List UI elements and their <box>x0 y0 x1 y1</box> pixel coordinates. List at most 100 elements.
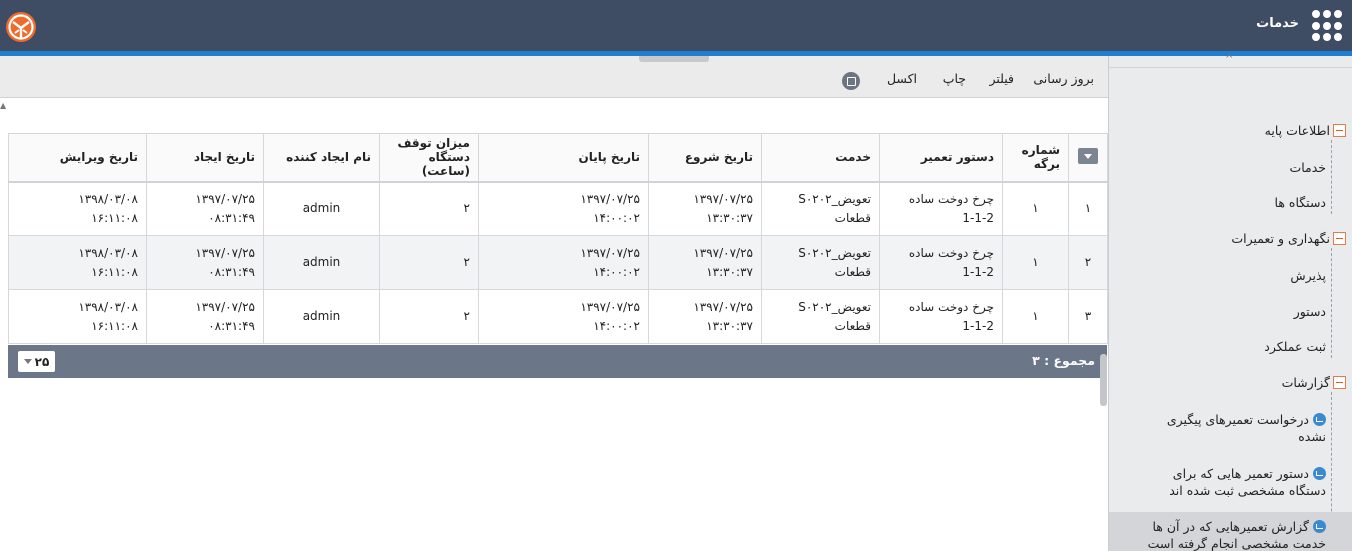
table-row[interactable]: ۳ ۱ چرخ دوخت ساده 1-1-2 تعویض_S۰۲۰۲ قطعا… <box>8 289 1108 344</box>
sheet-number: ۱ <box>1002 289 1069 344</box>
sidebar-item-performance[interactable]: ثبت عملکرد <box>1264 339 1326 354</box>
column-header[interactable]: میزان توقف دستگاه (ساعت) <box>379 133 479 183</box>
minus-box-icon[interactable] <box>1333 232 1346 245</box>
repair-order-name: چرخ دوخت ساده <box>908 191 994 206</box>
column-header[interactable]: نام ایجاد کننده <box>263 133 380 183</box>
total-count: مجموع : ۳ <box>1032 353 1095 368</box>
start-date-cell: ۱۳۹۷/۰۷/۲۵ ۱۳:۳۰:۳۷ <box>648 235 762 290</box>
start-date: ۱۳۹۷/۰۷/۲۵ <box>693 245 753 260</box>
edited-time: ۱۶:۱۱:۰۸ <box>91 264 138 279</box>
column-header[interactable]: تاریخ ویرایش <box>8 133 147 183</box>
page-size-value: ۲۵ <box>34 354 50 369</box>
creator-name: admin <box>263 181 380 236</box>
repair-order-name: چرخ دوخت ساده <box>908 245 994 260</box>
sidebar-item-devices[interactable]: دستگاه ها <box>1275 195 1326 210</box>
column-header[interactable]: تاریخ ایجاد <box>146 133 264 183</box>
edited-date: ۱۳۹۸/۰۳/۰۸ <box>78 299 138 314</box>
total-value: ۳ <box>1032 353 1040 368</box>
column-header[interactable]: شماره برگه <box>1002 133 1069 183</box>
edited-date: ۱۳۹۸/۰۳/۰۸ <box>78 191 138 206</box>
top-bar: خدمات <box>0 0 1352 51</box>
row-number: ۱ <box>1068 181 1108 236</box>
splitter-handle[interactable] <box>639 56 709 62</box>
export-icon[interactable] <box>842 72 860 90</box>
end-date-cell: ۱۳۹۷/۰۷/۲۵ ۱۴:۰۰:۰۲ <box>478 289 649 344</box>
end-time: ۱۴:۰۰:۰۲ <box>593 264 640 279</box>
end-date-cell: ۱۳۹۷/۰۷/۲۵ ۱۴:۰۰:۰۲ <box>478 181 649 236</box>
report-label: دستور تعمیر هایی که برای دستگاه مشخصی ثب… <box>1169 466 1326 498</box>
created-date: ۱۳۹۷/۰۷/۲۵ <box>195 245 255 260</box>
page-size-select[interactable]: ۲۵ <box>18 351 55 372</box>
print-button[interactable]: چاپ <box>943 71 966 86</box>
minus-box-icon[interactable] <box>1333 376 1346 389</box>
service-subtitle: قطعات <box>834 210 871 225</box>
brand-logo-icon[interactable] <box>5 11 37 43</box>
filter-button[interactable]: فیلتر <box>989 71 1014 86</box>
table-row[interactable]: ۲ ۱ چرخ دوخت ساده 1-1-2 تعویض_S۰۲۰۲ قطعا… <box>8 235 1108 290</box>
column-menu-cell[interactable] <box>1068 133 1108 183</box>
nav-group-reports[interactable]: گزارشات <box>1282 375 1346 390</box>
end-time: ۱۴:۰۰:۰۲ <box>593 318 640 333</box>
chart-icon <box>1313 520 1326 533</box>
sidebar-item-report-service[interactable]: گزارش تعمیرهایی که در آن ها خدمت مشخصی ا… <box>1136 518 1326 551</box>
service-subtitle: قطعات <box>834 318 871 333</box>
created-time: ۰۸:۳۱:۴۹ <box>208 318 255 333</box>
sidebar: ^ اطلاعات پایه خدمات دستگاه ها نگهداری و… <box>1108 54 1352 551</box>
repair-order-code: 1-1-2 <box>962 264 994 279</box>
nav-group-maintenance[interactable]: نگهداری و تعمیرات <box>1231 231 1346 246</box>
vertical-scrollbar[interactable] <box>1100 354 1107 406</box>
repair-order-code: 1-1-2 <box>962 318 994 333</box>
sidebar-item-services[interactable]: خدمات <box>1289 160 1326 175</box>
service-cell: تعویض_S۰۲۰۲ قطعات <box>761 289 880 344</box>
end-date: ۱۳۹۷/۰۷/۲۵ <box>580 245 640 260</box>
column-header[interactable]: تاریخ شروع <box>648 133 762 183</box>
edited-time: ۱۶:۱۱:۰۸ <box>91 210 138 225</box>
end-date: ۱۳۹۷/۰۷/۲۵ <box>580 191 640 206</box>
edited-date-cell: ۱۳۹۸/۰۳/۰۸ ۱۶:۱۱:۰۸ <box>8 181 147 236</box>
repair-order-cell: چرخ دوخت ساده 1-1-2 <box>879 289 1003 344</box>
column-header[interactable]: تاریخ پایان <box>478 133 649 183</box>
chart-icon <box>1313 467 1326 480</box>
minus-box-icon[interactable] <box>1333 124 1346 137</box>
apps-grid-icon[interactable] <box>1310 10 1342 42</box>
nav-group-label: نگهداری و تعمیرات <box>1231 231 1330 246</box>
start-date: ۱۳۹۷/۰۷/۲۵ <box>693 299 753 314</box>
start-date-cell: ۱۳۹۷/۰۷/۲۵ ۱۳:۳۰:۳۷ <box>648 181 762 236</box>
start-time: ۱۳:۳۰:۳۷ <box>706 210 753 225</box>
downtime-hours: ۲ <box>379 289 479 344</box>
service-cell: تعویض_S۰۲۰۲ قطعات <box>761 181 880 236</box>
edited-date-cell: ۱۳۹۸/۰۳/۰۸ ۱۶:۱۱:۰۸ <box>8 289 147 344</box>
service-name: تعویض_S۰۲۰۲ <box>798 299 871 314</box>
excel-button[interactable]: اکسل <box>887 71 917 86</box>
column-header[interactable]: دستور تعمیر <box>879 133 1003 183</box>
refresh-button[interactable]: بروز رسانی <box>1033 71 1094 86</box>
chart-icon <box>1313 413 1326 426</box>
repair-order-cell: چرخ دوخت ساده 1-1-2 <box>879 235 1003 290</box>
created-time: ۰۸:۳۱:۴۹ <box>208 210 255 225</box>
app-title: خدمات <box>1256 16 1299 31</box>
sheet-number: ۱ <box>1002 235 1069 290</box>
start-date-cell: ۱۳۹۷/۰۷/۲۵ ۱۳:۳۰:۳۷ <box>648 289 762 344</box>
start-time: ۱۳:۳۰:۳۷ <box>706 318 753 333</box>
chevron-up-icon[interactable]: ^ <box>1225 54 1233 65</box>
sidebar-header: ^ <box>1109 54 1352 68</box>
chevron-down-icon <box>23 359 32 364</box>
column-header[interactable]: خدمت <box>761 133 880 183</box>
sidebar-item-order[interactable]: دستور <box>1294 304 1326 319</box>
sidebar-item-report-device[interactable]: دستور تعمیر هایی که برای دستگاه مشخصی ثب… <box>1136 465 1326 499</box>
main-panel: بروز رسانی فیلتر چاپ اکسل ▲ شماره برگه د… <box>0 56 1108 551</box>
service-cell: تعویض_S۰۲۰۲ قطعات <box>761 235 880 290</box>
start-date: ۱۳۹۷/۰۷/۲۵ <box>693 191 753 206</box>
sidebar-item-reception[interactable]: پذیرش <box>1290 268 1326 283</box>
row-number: ۲ <box>1068 235 1108 290</box>
chevron-down-icon[interactable] <box>1078 147 1098 164</box>
created-time: ۰۸:۳۱:۴۹ <box>208 264 255 279</box>
created-date-cell: ۱۳۹۷/۰۷/۲۵ ۰۸:۳۱:۴۹ <box>146 181 264 236</box>
nav-group-base-info[interactable]: اطلاعات پایه <box>1265 123 1346 138</box>
collapse-arrow-icon[interactable]: ▲ <box>0 101 6 110</box>
sidebar-item-report-pending[interactable]: درخواست تعمیرهای پیگیری نشده <box>1136 411 1326 445</box>
repair-order-name: چرخ دوخت ساده <box>908 299 994 314</box>
table-row[interactable]: ۱ ۱ چرخ دوخت ساده 1-1-2 تعویض_S۰۲۰۲ قطعا… <box>8 181 1108 236</box>
start-time: ۱۳:۳۰:۳۷ <box>706 264 753 279</box>
data-grid: شماره برگه دستور تعمیر خدمت تاریخ شروع ت… <box>8 133 1108 344</box>
